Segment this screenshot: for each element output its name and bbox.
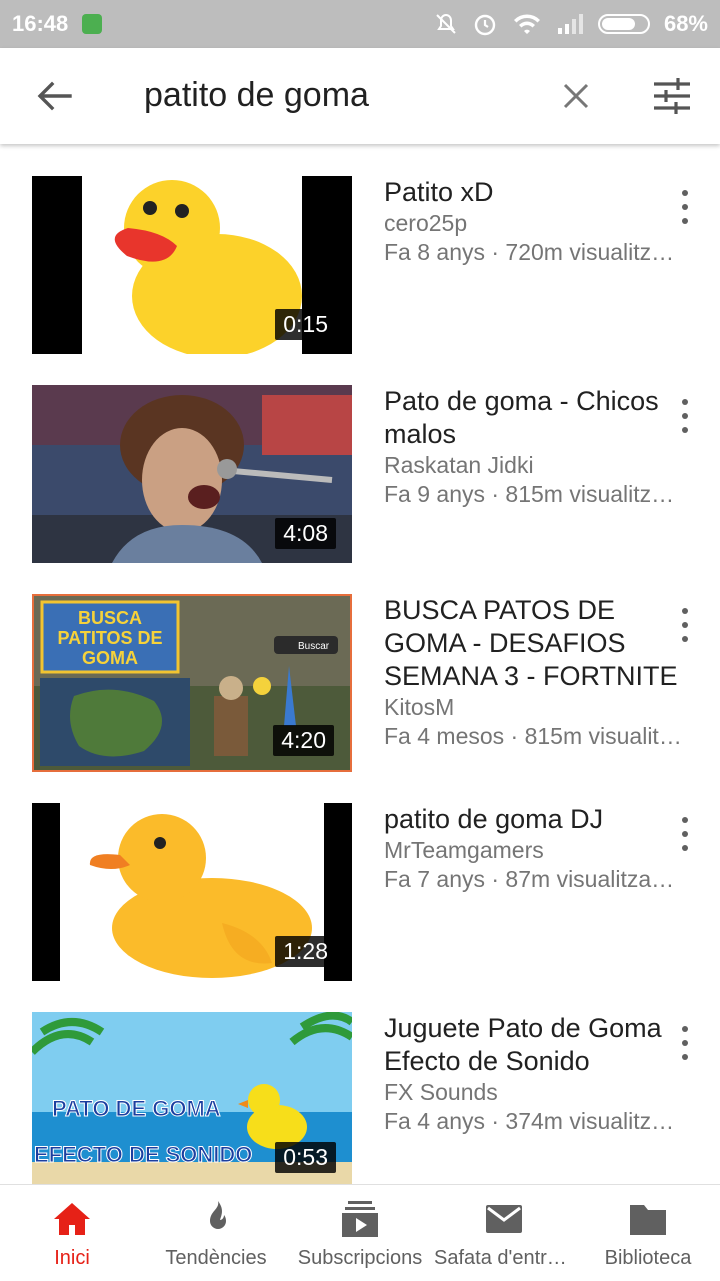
nav-label: Tendències (165, 1247, 267, 1269)
video-thumbnail[interactable]: PATO DE GOMA EFECTO DE SONIDO 0:53 (32, 1012, 352, 1190)
video-result[interactable]: BUSCA PATITOS DE GOMA Buscar 4:20 BUSCA … (0, 594, 720, 774)
video-duration: 0:15 (275, 309, 336, 340)
search-query[interactable]: patito de goma (144, 76, 369, 115)
subscriptions-icon (342, 1201, 378, 1237)
filter-icon[interactable] (652, 76, 692, 116)
search-header: patito de goma (0, 48, 720, 144)
video-result[interactable]: 4:08 Pato de goma - Chicos malos Raskata… (0, 385, 720, 565)
thumb-text-line: EFECTO DE SONIDO (34, 1142, 252, 1167)
nav-label: Safata d'entrada (434, 1247, 574, 1269)
library-icon (630, 1205, 666, 1235)
thumb-text-line: GOMA (82, 648, 138, 668)
signal-icon (557, 14, 583, 34)
thumb-text-line: PATITOS DE (57, 628, 162, 648)
bottom-navigation: Inici Tendències Subscripcions Safata d'… (0, 1184, 720, 1281)
home-icon (54, 1203, 90, 1235)
video-title[interactable]: BUSCA PATOS DE GOMA - DESAFIOS SEMANA 3 … (384, 594, 684, 693)
video-thumbnail[interactable]: 1:28 (32, 803, 352, 981)
video-meta: Pato de goma - Chicos malos Raskatan Jid… (384, 385, 684, 509)
video-channel: MrTeamgamers (384, 837, 544, 863)
video-stats: Fa 4 anys · 374m visualitzacions (384, 1108, 684, 1134)
thumb-text-line: PATO DE GOMA (52, 1096, 221, 1121)
nav-subscriptions[interactable]: Subscripcions (288, 1185, 432, 1281)
status-bar: 16:48 68% (0, 0, 720, 48)
back-arrow-icon[interactable] (34, 78, 74, 114)
video-channel: cero25p (384, 210, 468, 236)
video-result[interactable]: 1:28 patito de goma DJ MrTeamgamers Fa 7… (0, 803, 720, 983)
video-meta: Patito xD cero25p Fa 8 anys · 720m visua… (384, 176, 684, 267)
video-duration: 4:20 (273, 725, 334, 756)
flame-icon (210, 1201, 226, 1229)
video-thumbnail[interactable]: 4:08 (32, 385, 352, 563)
nav-library[interactable]: Biblioteca (576, 1185, 720, 1281)
nav-home[interactable]: Inici (0, 1185, 144, 1281)
wifi-icon (513, 14, 540, 34)
video-duration: 0:53 (275, 1142, 336, 1173)
alarm-icon (474, 14, 496, 36)
video-title[interactable]: Pato de goma - Chicos malos (384, 385, 684, 451)
clear-icon[interactable] (560, 80, 592, 112)
thumb-text-line: BUSCA (78, 608, 142, 628)
inbox-icon (486, 1205, 522, 1233)
video-duration: 4:08 (275, 518, 336, 549)
more-options-icon[interactable] (674, 190, 696, 224)
video-duration: 1:28 (275, 936, 336, 967)
video-title[interactable]: patito de goma DJ (384, 803, 684, 836)
nav-label: Biblioteca (604, 1247, 692, 1269)
video-meta: BUSCA PATOS DE GOMA - DESAFIOS SEMANA 3 … (384, 594, 684, 751)
video-channel: Raskatan Jidki (384, 452, 534, 478)
video-result[interactable]: PATO DE GOMA EFECTO DE SONIDO 0:53 Jugue… (0, 1012, 720, 1192)
video-meta: patito de goma DJ MrTeamgamers Fa 7 anys… (384, 803, 684, 894)
nav-trending[interactable]: Tendències (144, 1185, 288, 1281)
video-stats: Fa 7 anys · 87m visualitzacions (384, 866, 684, 892)
video-stats: Fa 8 anys · 720m visualitzacions (384, 239, 684, 265)
more-options-icon[interactable] (674, 608, 696, 642)
nav-inbox[interactable]: Safata d'entrada (432, 1185, 576, 1281)
nav-label: Subscripcions (297, 1247, 423, 1269)
more-options-icon[interactable] (674, 399, 696, 433)
video-stats: Fa 9 anys · 815m visualitzacions (384, 481, 684, 507)
battery-icon (597, 14, 650, 34)
more-options-icon[interactable] (674, 1026, 696, 1060)
battery-percent: 68% (663, 11, 708, 36)
status-time: 16:48 (12, 11, 69, 36)
thumb-hint: Buscar (298, 641, 330, 652)
video-channel: KitosM (384, 694, 455, 720)
notification-app-icon (82, 14, 103, 34)
video-meta: Juguete Pato de Goma Efecto de Sonido FX… (384, 1012, 684, 1136)
video-thumbnail[interactable]: 0:15 (32, 176, 352, 354)
more-options-icon[interactable] (674, 817, 696, 851)
video-thumbnail[interactable]: BUSCA PATITOS DE GOMA Buscar 4:20 (32, 594, 352, 772)
mute-bell-icon (436, 13, 456, 34)
video-title[interactable]: Juguete Pato de Goma Efecto de Sonido (384, 1012, 684, 1078)
video-result[interactable]: 0:15 Patito xD cero25p Fa 8 anys · 720m … (0, 176, 720, 356)
video-title[interactable]: Patito xD (384, 176, 684, 209)
video-stats: Fa 4 mesos · 815m visualitzacions (384, 723, 684, 749)
nav-label: Inici (54, 1247, 90, 1269)
video-channel: FX Sounds (384, 1079, 498, 1105)
